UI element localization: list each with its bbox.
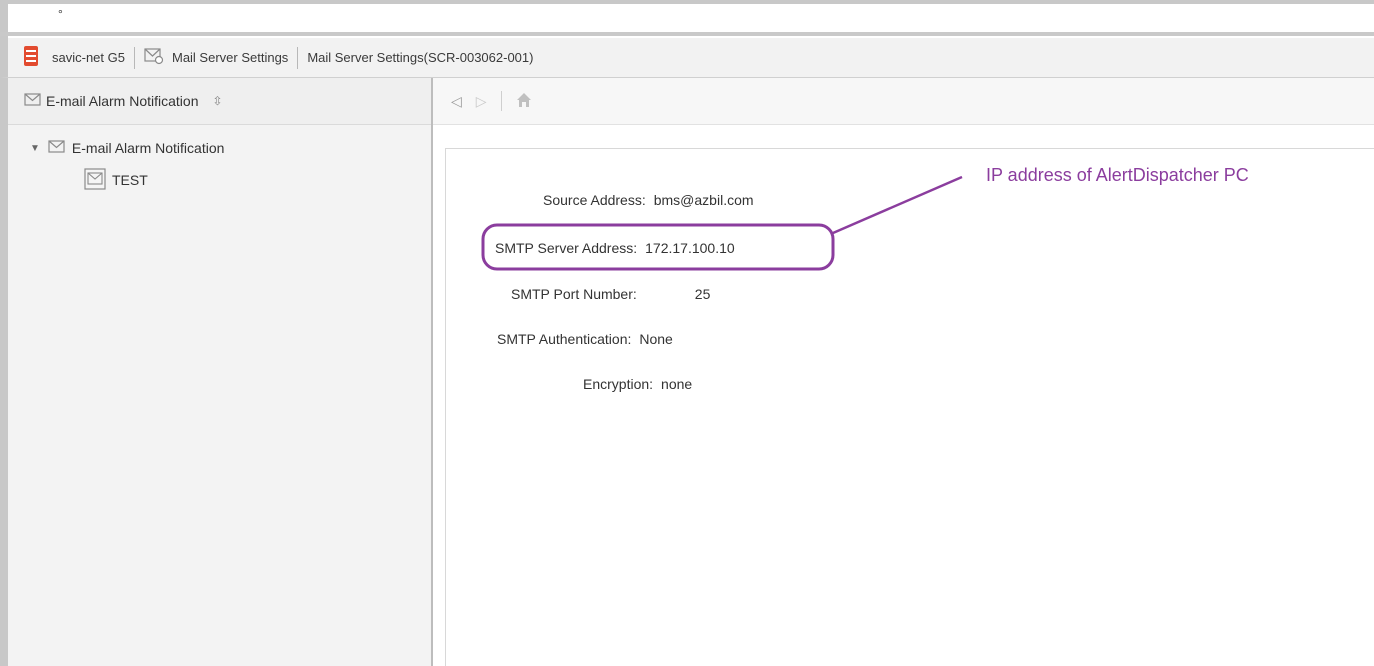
field-label: Encryption:: [583, 376, 654, 392]
sidebar: E-mail Alarm Notification ⇳ ▼ E-mail Ala…: [0, 78, 433, 666]
smtp-port-field: SMTP Port Number: 25: [511, 286, 710, 302]
database-icon: [22, 45, 40, 70]
tree-node-root[interactable]: ▼ E-mail Alarm Notification: [8, 135, 431, 161]
sort-icon[interactable]: ⇳: [213, 94, 223, 108]
field-label: SMTP Port Number:: [511, 286, 637, 302]
breadcrumb-label: savic-net G5: [52, 50, 125, 65]
smtp-server-field: SMTP Server Address: 172.17.100.10: [495, 240, 735, 256]
smtp-port-value[interactable]: 25: [695, 286, 711, 302]
annotation-label: IP address of AlertDispatcher PC: [986, 165, 1249, 185]
smtp-auth-value[interactable]: None: [639, 331, 672, 347]
breadcrumb-label: Mail Server Settings(SCR-003062-001): [307, 50, 534, 65]
encryption-value[interactable]: none: [661, 376, 692, 392]
source-address-value[interactable]: bms@azbil.com: [654, 192, 754, 208]
tree-node-label: E-mail Alarm Notification: [71, 140, 225, 156]
smtp-server-value[interactable]: 172.17.100.10: [645, 240, 735, 256]
mail-settings-icon: [84, 167, 106, 193]
sidebar-header-label: E-mail Alarm Notification: [46, 93, 199, 109]
tree-node-label: TEST: [112, 172, 148, 188]
source-address-field: Source Address: bms@azbil.com: [543, 192, 754, 208]
breadcrumb-label: Mail Server Settings: [171, 50, 289, 65]
top-marker: °: [58, 7, 63, 21]
expand-triangle-icon[interactable]: ▼: [30, 143, 40, 154]
breadcrumb-separator: [133, 46, 135, 69]
settings-content: [445, 148, 1374, 666]
app-window: ° savic-net G5 Mail Server Settings Mail…: [0, 0, 1374, 666]
mail-settings-icon: [144, 47, 164, 68]
forward-icon[interactable]: ▷: [476, 93, 487, 110]
field-label: Source Address:: [543, 192, 646, 208]
breadcrumb-item-mail-server-settings[interactable]: Mail Server Settings: [144, 47, 288, 68]
smtp-auth-field: SMTP Authentication: None: [497, 331, 673, 347]
breadcrumb-item-current[interactable]: Mail Server Settings(SCR-003062-001): [307, 50, 533, 65]
divider: [0, 32, 1374, 36]
field-label: SMTP Authentication:: [497, 331, 632, 347]
home-icon[interactable]: [516, 92, 532, 111]
breadcrumb-separator: [297, 46, 299, 69]
encryption-field: Encryption: none: [583, 376, 692, 392]
nav-bar: ◁ ▷: [433, 78, 1374, 125]
tree-node-test[interactable]: TEST: [8, 167, 431, 193]
breadcrumb: savic-net G5 Mail Server Settings Mail S…: [0, 38, 1374, 78]
mail-icon: [24, 92, 42, 111]
back-icon[interactable]: ◁: [451, 93, 462, 110]
mail-icon: [48, 139, 66, 158]
sidebar-header[interactable]: E-mail Alarm Notification ⇳: [8, 78, 431, 125]
field-label: SMTP Server Address:: [495, 240, 638, 256]
tree: ▼ E-mail Alarm Notification TEST: [8, 125, 431, 193]
nav-separator: [500, 91, 502, 111]
breadcrumb-item-savic[interactable]: savic-net G5: [52, 50, 125, 65]
